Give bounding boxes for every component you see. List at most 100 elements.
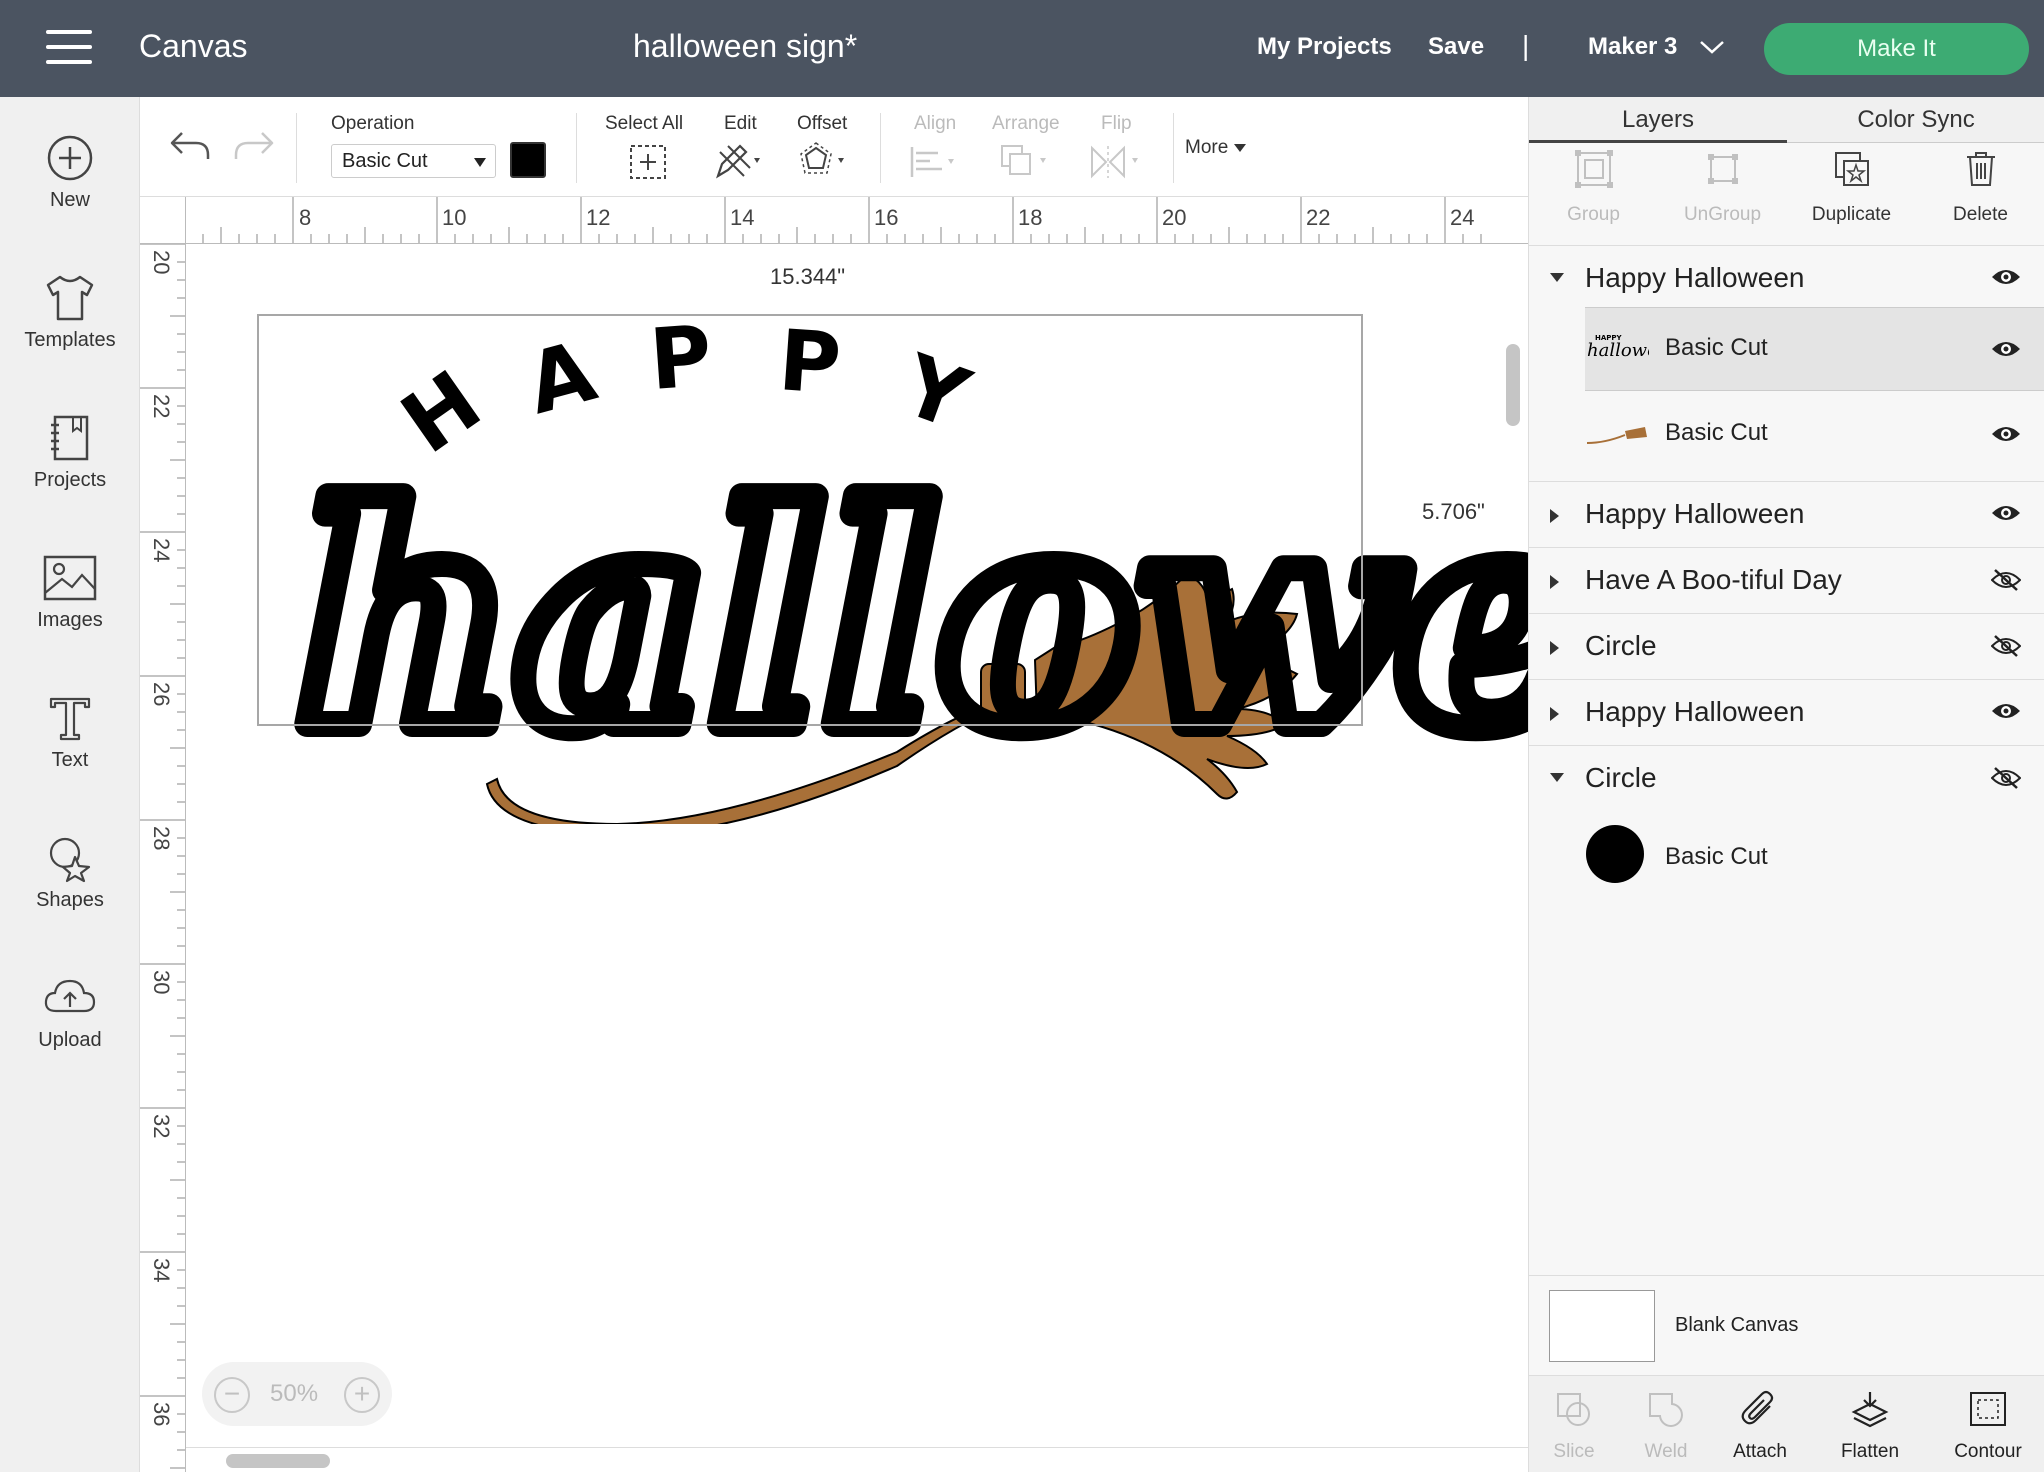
ruler-label: 24 [149, 538, 174, 563]
eye-icon[interactable] [1991, 700, 2021, 722]
chevron-down-icon[interactable] [1697, 32, 1727, 62]
machine-selector[interactable]: Maker 3 [1588, 33, 1677, 61]
caret-down-icon[interactable] [1549, 772, 1565, 784]
layer-group[interactable]: Happy Halloween [1529, 246, 2044, 310]
group-button: Group [1529, 149, 1658, 226]
ruler-label: 16 [874, 205, 899, 230]
ungroup-button: UnGroup [1658, 149, 1787, 226]
align-label: Align [914, 113, 957, 134]
operation-color-swatch[interactable] [510, 142, 546, 178]
select-all-icon[interactable] [629, 144, 667, 180]
layer-item[interactable]: Basic Cut [1585, 393, 2044, 477]
my-projects-link[interactable]: My Projects [1257, 33, 1392, 61]
design-canvas[interactable]: 15.344" 5.706" H A P P Y halloween − 50%… [186, 244, 1528, 1472]
ruler-label: 34 [149, 1258, 174, 1283]
layer-group[interactable]: Circle [1529, 746, 2044, 812]
ruler-top: 8 10 12 14 16 18 20 22 24 [186, 197, 1528, 244]
header-divider: | [1522, 30, 1530, 61]
ruler-label: 36 [149, 1402, 174, 1427]
sidebar-item-new[interactable]: New [0, 133, 140, 212]
sidebar-item-label: Templates [24, 329, 116, 351]
caret-down-icon[interactable] [1549, 272, 1565, 284]
horizontal-scrollbar[interactable] [226, 1454, 330, 1468]
edit-icon[interactable] [714, 142, 766, 180]
blank-canvas-swatch[interactable] [1549, 1290, 1655, 1362]
layer-group[interactable]: Happy Halloween [1529, 482, 2044, 548]
ruler-label: 32 [149, 1114, 174, 1139]
contour-icon [1970, 1392, 2006, 1426]
ruler-label: 22 [149, 394, 174, 419]
zoom-control: − 50% + [202, 1362, 392, 1426]
project-title[interactable]: halloween sign* [633, 28, 857, 65]
arrange-icon [1001, 145, 1046, 175]
halloween-text-thumb: halloweenHAPPY [1587, 334, 1649, 361]
eye-icon[interactable] [1991, 502, 2021, 524]
toolbar-divider [880, 113, 881, 183]
operation-select[interactable]: Basic Cut [331, 144, 496, 178]
sidebar-item-shapes[interactable]: Shapes [0, 833, 140, 912]
eye-icon[interactable] [1991, 266, 2021, 288]
contour-button[interactable]: Contour [1943, 1390, 2033, 1463]
eye-hidden-icon[interactable] [1991, 568, 2021, 592]
ruler-label: 28 [149, 826, 174, 851]
blank-canvas-label: Blank Canvas [1675, 1314, 1799, 1336]
ruler-label: 10 [442, 205, 467, 230]
slice-button: Slice [1529, 1390, 1619, 1463]
layer-group[interactable]: Happy Halloween [1529, 680, 2044, 746]
broom-thumb [1586, 427, 1647, 444]
layer-item[interactable]: Basic Cut [1585, 809, 2044, 903]
caret-right-icon[interactable] [1549, 574, 1561, 590]
ruler-label: 8 [299, 205, 312, 230]
vertical-scrollbar[interactable] [1506, 344, 1520, 426]
eye-hidden-icon[interactable] [1991, 634, 2021, 658]
layer-item-name: Basic Cut [1665, 419, 1768, 446]
caret-right-icon[interactable] [1549, 706, 1561, 722]
make-it-button[interactable]: Make It [1764, 23, 2029, 75]
layer-group-name: Happy Halloween [1585, 498, 1805, 529]
ruler-label: 30 [149, 970, 174, 995]
selection-bounding-box[interactable] [257, 314, 1363, 726]
ruler-label: 14 [730, 205, 755, 230]
delete-button[interactable]: Delete [1916, 149, 2044, 226]
eye-hidden-icon[interactable] [1991, 766, 2021, 790]
tshirt-icon [46, 275, 94, 321]
sidebar-item-images[interactable]: Images [0, 553, 140, 632]
tab-layers[interactable]: Layers [1529, 97, 1787, 143]
save-button[interactable]: Save [1428, 33, 1484, 61]
sidebar-item-templates[interactable]: Templates [0, 273, 140, 352]
eye-icon[interactable] [1991, 338, 2021, 360]
layer-group-name: Circle [1585, 630, 1657, 661]
group-label: Group [1567, 204, 1620, 225]
zoom-out-button[interactable]: − [214, 1377, 250, 1413]
blank-canvas-row: Blank Canvas [1529, 1275, 2044, 1375]
sidebar-item-upload[interactable]: Upload [0, 973, 140, 1052]
offset-icon[interactable] [798, 142, 854, 180]
sidebar-item-text[interactable]: Text [0, 693, 140, 772]
align-icon [910, 147, 954, 177]
more-button[interactable]: More [1185, 137, 1247, 159]
layer-group[interactable]: Have A Boo-tiful Day [1529, 548, 2044, 614]
menu-icon[interactable] [46, 30, 92, 66]
layer-item[interactable]: halloweenHAPPY Basic Cut [1585, 307, 2044, 391]
app-title: Canvas [139, 28, 248, 64]
offset-label: Offset [797, 113, 848, 134]
layers-panel: Layers Color Sync Group UnGroup Duplicat… [1528, 97, 2044, 1472]
image-icon [43, 555, 97, 601]
slice-icon [1557, 1393, 1590, 1426]
left-sidebar: New Templates Projects Images Text Shape… [0, 97, 140, 1472]
tab-color-sync[interactable]: Color Sync [1787, 97, 2044, 143]
more-label: More [1185, 137, 1229, 158]
undo-icon[interactable] [168, 125, 212, 165]
sidebar-item-projects[interactable]: Projects [0, 413, 140, 492]
attach-label: Attach [1733, 1441, 1787, 1462]
sidebar-item-label: Projects [33, 469, 107, 491]
flatten-button[interactable]: Flatten [1825, 1390, 1915, 1463]
layer-group[interactable]: Circle [1529, 614, 2044, 680]
zoom-in-button[interactable]: + [344, 1377, 380, 1413]
operation-label: Operation [331, 113, 415, 134]
caret-right-icon[interactable] [1549, 508, 1561, 524]
attach-button[interactable]: Attach [1715, 1390, 1805, 1463]
eye-icon[interactable] [1991, 423, 2021, 445]
caret-right-icon[interactable] [1549, 640, 1561, 656]
duplicate-button[interactable]: Duplicate [1787, 149, 1916, 226]
